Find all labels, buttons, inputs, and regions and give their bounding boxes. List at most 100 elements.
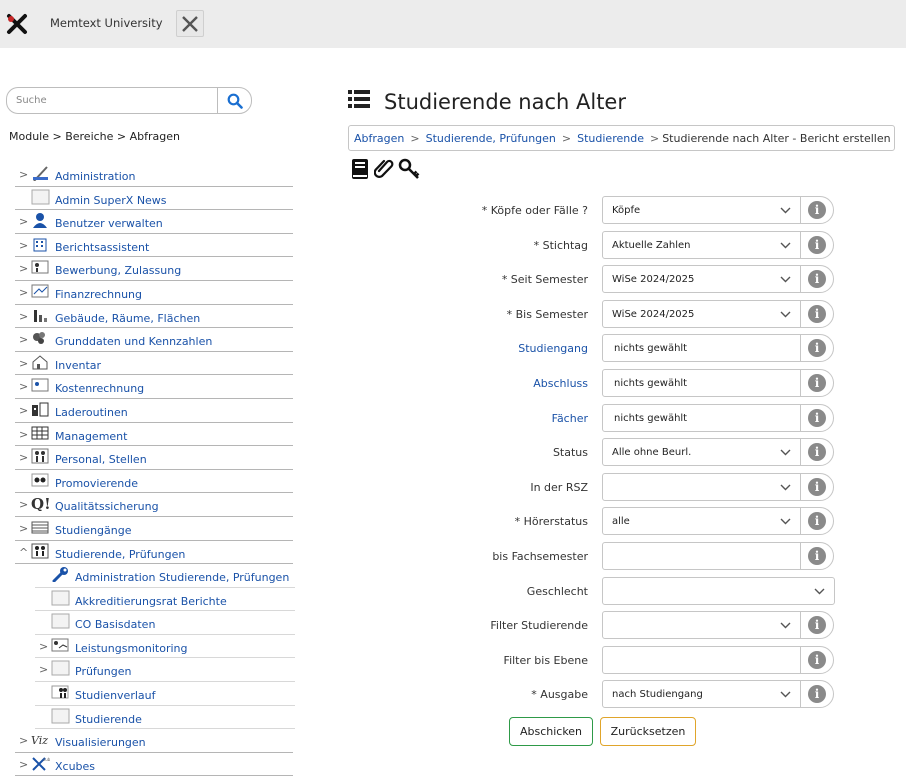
sidebar-item[interactable]: > Gebäude, Räume, Flächen [15, 305, 293, 329]
field-select[interactable]: nach Studiengang [602, 680, 801, 708]
sidebar-item[interactable]: > cube Xcubes [15, 753, 293, 777]
info-button[interactable]: i [800, 334, 834, 362]
info-icon: i [808, 409, 826, 427]
sidebar-subitem[interactable]: Studienverlauf [35, 682, 295, 706]
sidebar-item[interactable]: > Studiengänge [15, 517, 293, 541]
bar-icon [34, 309, 47, 322]
sidebar-item[interactable]: > Laderoutinen [15, 399, 293, 423]
sidebar-item[interactable]: > Grunddaten und Kennzahlen [15, 328, 293, 352]
field-input[interactable]: nichts gewählt [602, 334, 801, 362]
expand-arrow[interactable]: > [19, 333, 28, 346]
expand-arrow[interactable]: > [19, 380, 28, 393]
info-button[interactable]: i [800, 265, 834, 293]
search-button[interactable] [217, 87, 252, 114]
sidebar-item-label: Admin SuperX News [55, 193, 167, 207]
expand-arrow[interactable]: > [19, 734, 28, 747]
sidebar-subitem[interactable]: > Leistungsmonitoring [35, 635, 295, 659]
sidebar-subitem[interactable]: CO Basisdaten [35, 611, 295, 635]
field-input[interactable]: nichts gewählt [602, 369, 801, 397]
expand-arrow[interactable]: > [19, 262, 28, 275]
keys-icon[interactable] [398, 157, 420, 181]
expand-arrow[interactable]: ^ [19, 546, 28, 559]
field-input[interactable] [602, 542, 801, 570]
sidebar-item[interactable]: > Bewerbung, Zulassung [15, 257, 293, 281]
field-label[interactable]: Fächer [552, 412, 588, 425]
sidebar-subitem[interactable]: Studierende [35, 706, 295, 730]
svg-text:cube: cube [43, 757, 50, 762]
sidebar-item[interactable]: > Kostenrechnung [15, 375, 293, 399]
breadcrumb-link[interactable]: Abfragen [354, 132, 404, 145]
field-select[interactable]: Alle ohne Beurl. [602, 438, 801, 466]
sidebar-item[interactable]: > Administration [15, 163, 293, 187]
expand-arrow[interactable]: > [19, 404, 28, 417]
expand-arrow[interactable]: > [19, 310, 28, 323]
field-label[interactable]: Abschluss [533, 377, 588, 390]
sidebar-subitem[interactable]: Administration Studierende, Prüfungen [35, 564, 295, 588]
field-select[interactable] [602, 611, 801, 639]
info-button[interactable]: i [800, 231, 834, 259]
field-select[interactable] [602, 473, 801, 501]
info-button[interactable]: i [800, 646, 834, 674]
field-select[interactable]: WiSe 2024/2025 [602, 300, 801, 328]
info-button[interactable]: i [800, 438, 834, 466]
field-select[interactable]: WiSe 2024/2025 [602, 265, 801, 293]
sidebar-item[interactable]: > Viz Visualisierungen [15, 729, 293, 753]
info-button[interactable]: i [800, 507, 834, 535]
expand-arrow[interactable]: > [19, 215, 28, 228]
expand-arrow[interactable]: > [19, 522, 28, 535]
sidebar-item[interactable]: > Benutzer verwalten [15, 210, 293, 234]
sidebar-item[interactable]: > Personal, Stellen [15, 446, 293, 470]
expand-arrow[interactable]: > [19, 239, 28, 252]
sidebar-item[interactable]: Admin SuperX News [15, 187, 293, 211]
sidebar-item-label: Visualisierungen [55, 736, 146, 750]
sidebar-item[interactable]: > Berichtsassistent [15, 234, 293, 258]
sidebar-item[interactable]: > Q! Qualitätssicherung [15, 493, 293, 517]
field-input[interactable] [602, 646, 801, 674]
sidebar-subitem[interactable]: > Prüfungen [35, 658, 295, 683]
breadcrumb-link[interactable]: Studierende [577, 132, 644, 145]
field-label: Filter bis Ebene [503, 654, 588, 667]
expand-arrow[interactable]: > [19, 168, 28, 181]
info-button[interactable]: i [800, 542, 834, 570]
info-button[interactable]: i [800, 404, 834, 432]
sidebar-subitem[interactable]: Akkreditierungsrat Berichte [35, 588, 295, 612]
field-label[interactable]: Studiengang [518, 342, 588, 355]
expand-arrow[interactable]: > [39, 640, 48, 653]
submit-button[interactable]: Abschicken [509, 717, 593, 746]
info-button[interactable]: i [800, 680, 834, 708]
expand-arrow[interactable]: > [19, 498, 28, 511]
chevron-down-icon [780, 449, 791, 456]
search-input[interactable] [6, 87, 218, 114]
sidebar-item[interactable]: > Finanzrechnung [15, 281, 293, 305]
sidebar-item[interactable]: ^ Studierende, Prüfungen [15, 541, 293, 565]
close-button[interactable] [176, 10, 204, 37]
field-select[interactable] [602, 577, 835, 605]
superx-logo-icon[interactable] [5, 12, 29, 36]
info-button[interactable]: i [800, 611, 834, 639]
expand-arrow[interactable]: > [19, 758, 28, 771]
expand-arrow[interactable]: > [19, 286, 28, 299]
expand-arrow[interactable]: > [19, 451, 28, 464]
paperclip-icon[interactable] [374, 157, 396, 181]
expand-arrow[interactable]: > [19, 357, 28, 370]
info-button[interactable]: i [800, 369, 834, 397]
sidebar-item[interactable]: > Inventar [15, 352, 293, 376]
info-button[interactable]: i [800, 473, 834, 501]
sidebar-item[interactable]: Promovierende [15, 470, 293, 494]
book-icon[interactable] [350, 157, 372, 181]
field-select[interactable]: Köpfe [602, 196, 801, 224]
field-select[interactable]: Aktuelle Zahlen [602, 231, 801, 259]
sidebar-item[interactable]: > Management [15, 423, 293, 447]
info-button[interactable]: i [800, 300, 834, 328]
expand-arrow[interactable]: > [19, 428, 28, 441]
reset-button[interactable]: Zurücksetzen [600, 717, 696, 746]
close-x-icon [182, 15, 198, 32]
sidebar-item-label: Prüfungen [75, 665, 132, 679]
field-select[interactable]: alle [602, 507, 801, 535]
expand-arrow[interactable]: > [39, 663, 48, 676]
breadcrumb-link[interactable]: Studierende, Prüfungen [426, 132, 556, 145]
info-button[interactable]: i [800, 196, 834, 224]
info-icon: i [808, 512, 826, 530]
field-input[interactable]: nichts gewählt [602, 404, 801, 432]
info-icon: i [808, 374, 826, 392]
